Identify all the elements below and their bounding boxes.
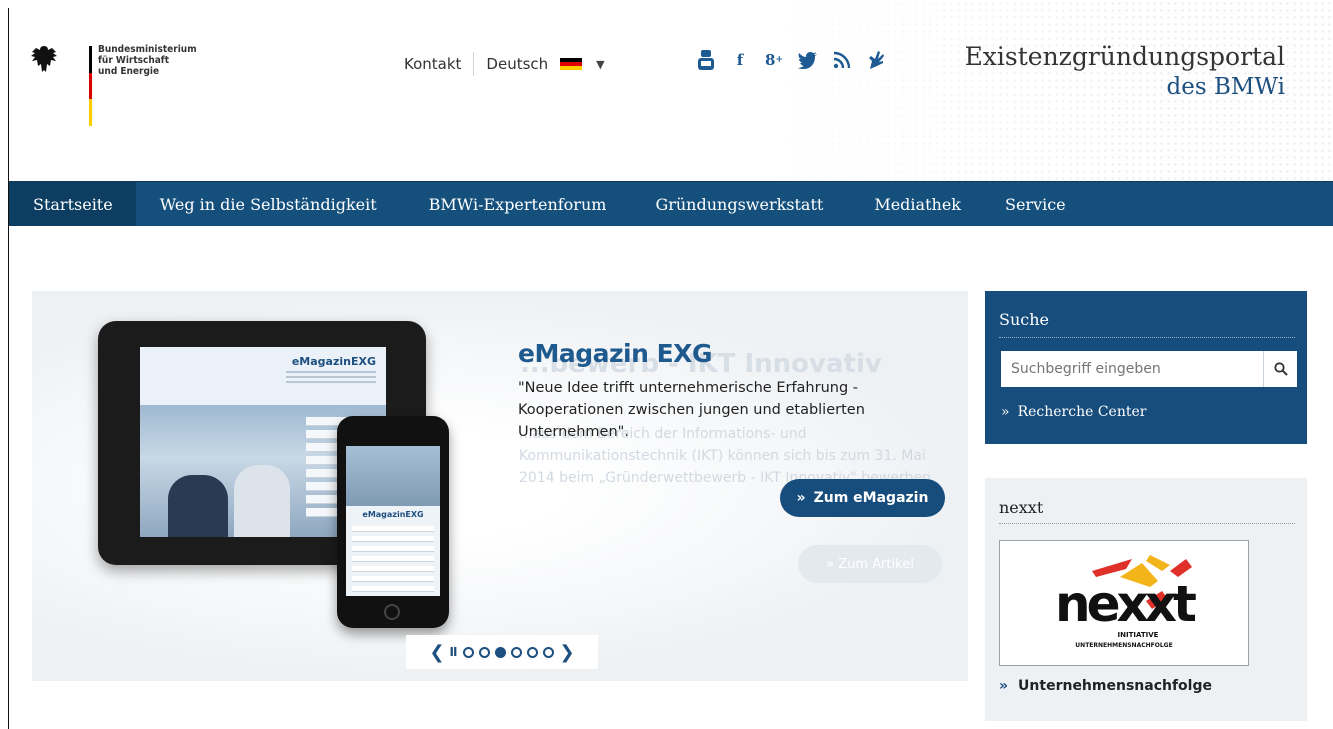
recherche-center-label: Recherche Center — [1017, 404, 1147, 420]
double-chevron-right-icon: » — [1001, 404, 1010, 420]
portal-title: Existenzgründungsportal des BMWi — [965, 42, 1285, 102]
nexxt-heading: nexxt — [999, 498, 1044, 517]
ministry-line: Bundesministerium — [98, 44, 197, 55]
phone-screen-menu — [352, 526, 434, 596]
google-plus-icon[interactable]: 8 + — [762, 48, 786, 72]
zum-emagazin-label: Zum eMagazin — [813, 490, 929, 506]
divider — [473, 52, 475, 76]
federal-eagle-icon — [31, 46, 57, 72]
nav-item-mediathek[interactable]: Mediathek — [874, 182, 961, 226]
chevron-left-icon[interactable]: ❮ — [429, 642, 444, 663]
twitter-icon[interactable] — [796, 48, 820, 72]
ministry-name: Bundesministerium für Wirtschaft und Ene… — [98, 44, 197, 77]
phone-home-button — [384, 604, 400, 620]
search-heading: Suche — [999, 310, 1049, 329]
zum-emagazin-button[interactable]: » Zum eMagazin — [780, 479, 945, 517]
top-navigation: Kontakt Deutsch ▼ — [404, 52, 605, 76]
slider-dot[interactable] — [463, 646, 475, 658]
portal-subtitle: des BMWi — [1166, 74, 1286, 100]
slide-description: "Neue Idee trifft unternehmerische Erfah… — [518, 380, 865, 440]
language-selector[interactable]: Deutsch — [486, 55, 548, 73]
sign-language-icon[interactable] — [864, 48, 888, 72]
nav-item-startseite[interactable]: Startseite — [9, 182, 136, 226]
nexxt-logo[interactable]: nexxt INITIATIVE UNTERNEHMENSNACHFOLGE — [999, 540, 1249, 666]
phone-screen: eMagazinEXG — [346, 446, 440, 596]
slider-dot-active[interactable] — [495, 646, 507, 658]
portal-title-line: Existenzgründungsportal — [964, 42, 1285, 71]
nexxt-logo-sub: INITIATIVE — [1118, 631, 1159, 639]
ghost-article-button: » Zum Artikel — [798, 545, 942, 583]
phone-image: eMagazinEXG — [337, 416, 449, 628]
contact-link[interactable]: Kontakt — [404, 55, 461, 73]
nexxt-logo-sub: UNTERNEHMENSNACHFOLGE — [1075, 642, 1172, 649]
tablet-screen-title: eMagazinEXG — [291, 355, 376, 368]
site-header: Bundesministerium für Wirtschaft und Ene… — [0, 0, 1333, 180]
rss-icon[interactable] — [830, 48, 854, 72]
nexxt-logo-graphic: nexxt INITIATIVE UNTERNEHMENSNACHFOLGE — [1055, 555, 1200, 649]
youtube-icon[interactable] — [694, 48, 718, 72]
social-icons: f 8 + — [694, 48, 888, 72]
search-panel: Suche » Recherche Center — [985, 291, 1307, 444]
slider-dot[interactable] — [543, 646, 555, 658]
tablet-screen-text — [286, 371, 376, 386]
teaser-slider: ...bewerb - IKT Innovativ ...aus dem Ber… — [32, 291, 968, 681]
ministry-line: für Wirtschaft — [98, 55, 170, 66]
nav-item-gruendungswerkstatt[interactable]: Gründungswerkstatt — [655, 182, 823, 226]
business-photo — [346, 446, 440, 506]
unternehmensnachfolge-link[interactable]: » Unternehmensnachfolge — [999, 678, 1212, 694]
page-left-border — [8, 8, 9, 729]
slider-dot[interactable] — [527, 646, 539, 658]
double-chevron-right-icon: » — [999, 678, 1009, 694]
flag-stripe — [89, 46, 92, 126]
nav-item-service[interactable]: Service — [1005, 182, 1066, 226]
divider — [999, 523, 1295, 524]
person-figure — [234, 465, 290, 537]
chevron-down-icon[interactable]: ▼ — [596, 58, 604, 71]
nav-item-bmwi-expertenforum[interactable]: BMWi-Expertenforum — [429, 182, 607, 226]
unternehmensnachfolge-label: Unternehmensnachfolge — [1018, 678, 1212, 694]
divider — [999, 337, 1295, 338]
facebook-icon[interactable]: f — [728, 48, 752, 72]
nav-item-weg-in-die-selbstaendigkeit[interactable]: Weg in die Selbständigkeit — [160, 182, 377, 226]
pause-icon[interactable]: II — [450, 645, 458, 659]
ministry-logo[interactable]: Bundesministerium für Wirtschaft und Ene… — [24, 44, 224, 128]
slide-title: eMagazin EXG — [518, 339, 712, 368]
slider-dot[interactable] — [479, 646, 491, 658]
slider-pager: ❮ II ❯ — [406, 635, 598, 669]
search-input[interactable] — [1001, 351, 1263, 387]
slider-dot[interactable] — [511, 646, 523, 658]
chevron-right-icon[interactable]: ❯ — [559, 642, 574, 663]
person-figure — [168, 475, 228, 537]
german-flag-icon — [560, 58, 583, 70]
ministry-line: und Energie — [98, 66, 160, 77]
nexxt-panel: nexxt nexxt INITIATIVE UNTERNEHMENSNACHF… — [985, 478, 1307, 721]
main-navigation: Startseite Weg in die Selbständigkeit BM… — [9, 181, 1333, 226]
recherche-center-link[interactable]: » Recherche Center — [1001, 404, 1146, 420]
nexxt-logo-word: nexxt — [1055, 575, 1196, 633]
double-chevron-right-icon: » — [796, 490, 806, 506]
search-button[interactable] — [1263, 351, 1297, 387]
phone-screen-title: eMagazinEXG — [362, 510, 424, 519]
search-icon — [1273, 362, 1288, 376]
